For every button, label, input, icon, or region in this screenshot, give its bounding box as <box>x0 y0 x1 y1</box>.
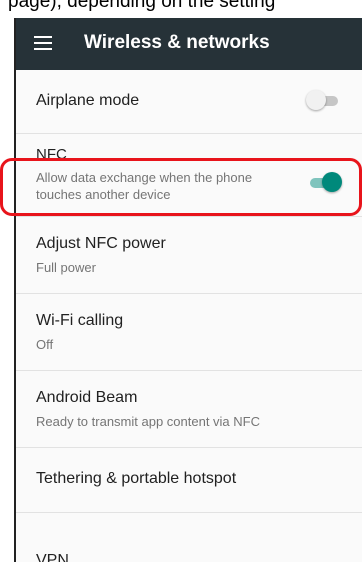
setting-summary: Allow data exchange when the phone touch… <box>36 170 253 202</box>
settings-screen: Wireless & networks Airplane mode NFC Al… <box>14 18 362 562</box>
hamburger-menu-icon[interactable] <box>34 36 52 50</box>
setting-row-vpn[interactable]: VPN <box>36 552 69 562</box>
setting-title: Airplane mode <box>36 92 140 109</box>
setting-title: Tethering & portable hotspot <box>36 470 237 487</box>
setting-summary: Full power <box>36 260 96 275</box>
nfc-toggle[interactable] <box>308 172 342 194</box>
setting-row-android-beam[interactable]: Android Beam Ready to transmit app conte… <box>16 371 362 448</box>
setting-row-wifi-calling[interactable]: Wi-Fi calling Off <box>16 294 362 371</box>
setting-title: NFC <box>36 146 67 163</box>
app-bar-title: Wireless & networks <box>84 32 270 53</box>
setting-row-airplane-mode[interactable]: Airplane mode <box>16 70 362 134</box>
setting-summary: Ready to transmit app content via NFC <box>36 414 260 429</box>
setting-summary: Off <box>36 337 54 352</box>
setting-title: Wi-Fi calling <box>36 312 124 329</box>
setting-title: Adjust NFC power <box>36 235 166 252</box>
page-caption-fragment: page), depending on the setting <box>0 0 362 18</box>
caption-text: page), depending on the setting <box>8 0 276 12</box>
app-bar: Wireless & networks <box>16 18 362 70</box>
setting-row-nfc[interactable]: NFC Allow data exchange when the phone t… <box>16 134 362 217</box>
setting-title: Android Beam <box>36 389 138 406</box>
setting-row-adjust-nfc-power[interactable]: Adjust NFC power Full power <box>16 217 362 294</box>
setting-row-tethering[interactable]: Tethering & portable hotspot <box>16 448 362 513</box>
airplane-mode-toggle[interactable] <box>306 90 340 112</box>
